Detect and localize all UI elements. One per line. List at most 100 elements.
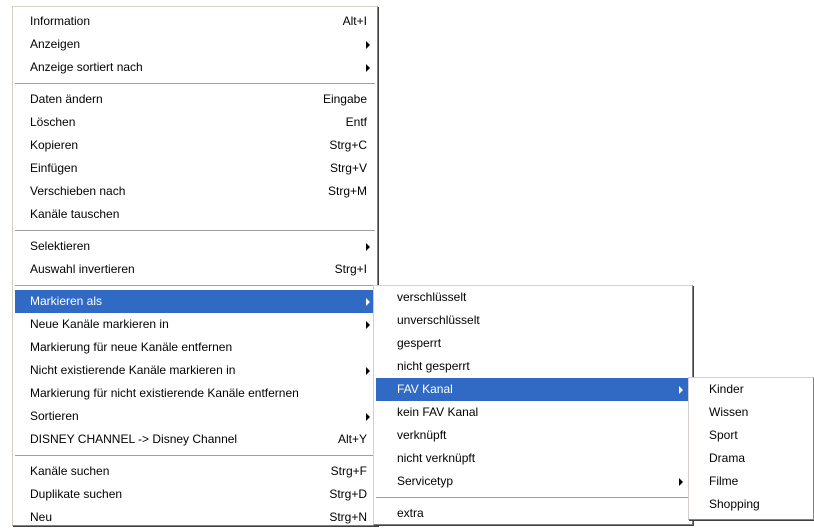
menu-separator [15, 455, 375, 457]
menu-item-label: Kanäle tauschen [30, 207, 120, 221]
menu-item-label: nicht gesperrt [397, 359, 470, 373]
menu-item-duplikate-suchen[interactable]: Duplikate suchen Strg+D [13, 483, 377, 506]
menu-item-label: Markieren als [30, 294, 103, 308]
menu-item-information[interactable]: Information Alt+I [13, 10, 377, 33]
menu-item-label: Daten ändern [30, 92, 103, 106]
menu-item-label: Nicht existierende Kanäle markieren in [30, 363, 236, 377]
menu-item-markieren-als[interactable]: Markieren als [15, 290, 375, 313]
submenu-arrow-icon [366, 64, 370, 72]
menu-item-loeschen[interactable]: Löschen Entf [13, 111, 377, 134]
menu-item-label: Sortieren [30, 409, 79, 423]
menu-item-neu[interactable]: Neu Strg+N [13, 506, 377, 529]
menu-item-nicht-gesperrt[interactable]: nicht gesperrt [374, 355, 692, 378]
shortcut-label: Strg+N [329, 510, 367, 524]
menu-item-label: FAV Kanal [397, 382, 453, 396]
menu-item-label: Servicetyp [397, 474, 454, 488]
menu-item-label: verschlüsselt [397, 290, 467, 304]
menu-item-label: Markierung für nicht existierende Kanäle… [30, 386, 299, 400]
shortcut-label: Strg+D [329, 487, 367, 501]
menu-item-label: Markierung für neue Kanäle entfernen [30, 340, 233, 354]
menu-item-label: Einfügen [30, 161, 78, 175]
menu-item-verknuepft[interactable]: verknüpft [374, 424, 692, 447]
menu-item-filme[interactable]: Filme [689, 470, 813, 493]
menu-item-label: gesperrt [397, 336, 442, 350]
shortcut-label: Strg+C [329, 138, 367, 152]
menu-item-anzeige-sortiert-nach[interactable]: Anzeige sortiert nach [13, 56, 377, 79]
menu-item-label: kein FAV Kanal [397, 405, 479, 419]
menu-item-extra[interactable]: extra [374, 502, 692, 525]
menu-item-auswahl-invertieren[interactable]: Auswahl invertieren Strg+I [13, 258, 377, 281]
menu-item-sport[interactable]: Sport [689, 424, 813, 447]
menu-item-label: DISNEY CHANNEL -> Disney Channel [30, 432, 238, 446]
menu-item-label: Wissen [709, 405, 749, 419]
menu-item-kein-fav-kanal[interactable]: kein FAV Kanal [374, 401, 692, 424]
menu-item-label: Kanäle suchen [30, 464, 110, 478]
shortcut-label: Strg+I [334, 262, 367, 276]
menu-separator [376, 497, 690, 499]
menu-item-label: Anzeige sortiert nach [30, 60, 143, 74]
menu-item-gesperrt[interactable]: gesperrt [374, 332, 692, 355]
menu-item-markierung-fuer-nicht-existierende-kanaele-entfernen[interactable]: Markierung für nicht existierende Kanäle… [13, 382, 377, 405]
menu-item-kopieren[interactable]: Kopieren Strg+C [13, 134, 377, 157]
menu-item-markierung-fuer-neue-kanaele-entfernen[interactable]: Markierung für neue Kanäle entfernen [13, 336, 377, 359]
menu-item-anzeigen[interactable]: Anzeigen [13, 33, 377, 56]
menu-item-kanaele-tauschen[interactable]: Kanäle tauschen [13, 203, 377, 226]
menu-separator [15, 83, 375, 85]
menu-separator [15, 230, 375, 232]
menu-item-unverschluesselt[interactable]: unverschlüsselt [374, 309, 692, 332]
shortcut-label: Eingabe [322, 92, 367, 106]
menu-item-wissen[interactable]: Wissen [689, 401, 813, 424]
shortcut-label: Alt+Y [337, 432, 367, 446]
menu-item-label: Auswahl invertieren [30, 262, 135, 276]
menu-item-label: Anzeigen [30, 37, 81, 51]
menu-item-label: nicht verknüpft [397, 451, 476, 465]
menu-item-einfuegen[interactable]: Einfügen Strg+V [13, 157, 377, 180]
submenu-arrow-icon [679, 478, 683, 486]
submenu-arrow-icon [366, 367, 370, 375]
menu-item-label: Shopping [709, 497, 760, 511]
menu-item-label: Information [30, 14, 91, 28]
context-menu: Information Alt+I Anzeigen Anzeige sortiert… [12, 6, 378, 526]
shortcut-label: Entf [345, 115, 367, 129]
menu-item-nicht-existierende-kanaele-markieren-in[interactable]: Nicht existierende Kanäle markieren in [13, 359, 377, 382]
menu-item-label: unverschlüsselt [397, 313, 480, 327]
menu-item-kanaele-suchen[interactable]: Kanäle suchen Strg+F [13, 460, 377, 483]
menu-item-label: Verschieben nach [30, 184, 126, 198]
menu-item-verschluesselt[interactable]: verschlüsselt [374, 286, 692, 309]
menu-item-label: Duplikate suchen [30, 487, 123, 501]
submenu-arrow-icon [366, 298, 370, 306]
shortcut-label: Strg+F [330, 464, 367, 478]
shortcut-label: Strg+V [329, 161, 367, 175]
menu-item-servicetyp[interactable]: Servicetyp [374, 470, 692, 493]
menu-item-neue-kanaele-markieren-in[interactable]: Neue Kanäle markieren in [13, 313, 377, 336]
shortcut-label: Strg+M [327, 184, 367, 198]
menu-item-label: Sport [709, 428, 738, 442]
menu-item-label: Kinder [709, 382, 744, 396]
menu-item-daten-aendern[interactable]: Daten ändern Eingabe [13, 88, 377, 111]
menu-item-label: Neu [30, 510, 53, 524]
menu-item-label: Filme [709, 474, 739, 488]
menu-item-label: Neue Kanäle markieren in [30, 317, 169, 331]
menu-item-selektieren[interactable]: Selektieren [13, 235, 377, 258]
menu-item-fav-kanal[interactable]: FAV Kanal [376, 378, 690, 401]
menu-item-sortieren[interactable]: Sortieren [13, 405, 377, 428]
menu-item-label: Löschen [30, 115, 76, 129]
menu-item-disney-channel-disney-channel[interactable]: DISNEY CHANNEL -> Disney Channel Alt+Y [13, 428, 377, 451]
submenu-arrow-icon [366, 243, 370, 251]
menu-item-shopping[interactable]: Shopping [689, 493, 813, 516]
menu-item-drama[interactable]: Drama [689, 447, 813, 470]
menu-item-kinder[interactable]: Kinder [689, 378, 813, 401]
submenu-arrow-icon [366, 321, 370, 329]
fav-channel-submenu: Kinder Wissen Sport Drama Filme Shopping [688, 377, 814, 520]
menu-item-label: Kopieren [30, 138, 79, 152]
menu-item-label: Drama [709, 451, 746, 465]
menu-item-label: verknüpft [397, 428, 447, 442]
menu-separator [15, 285, 375, 287]
submenu-arrow-icon [679, 386, 683, 394]
shortcut-label: Alt+I [342, 14, 367, 28]
menu-item-label: extra [397, 506, 424, 520]
mark-as-submenu: verschlüsselt unverschlüsselt gesperrt nich… [373, 285, 693, 525]
menu-item-nicht-verknuepft[interactable]: nicht verknüpft [374, 447, 692, 470]
menu-item-label: Selektieren [30, 239, 91, 253]
menu-item-verschieben-nach[interactable]: Verschieben nach Strg+M [13, 180, 377, 203]
